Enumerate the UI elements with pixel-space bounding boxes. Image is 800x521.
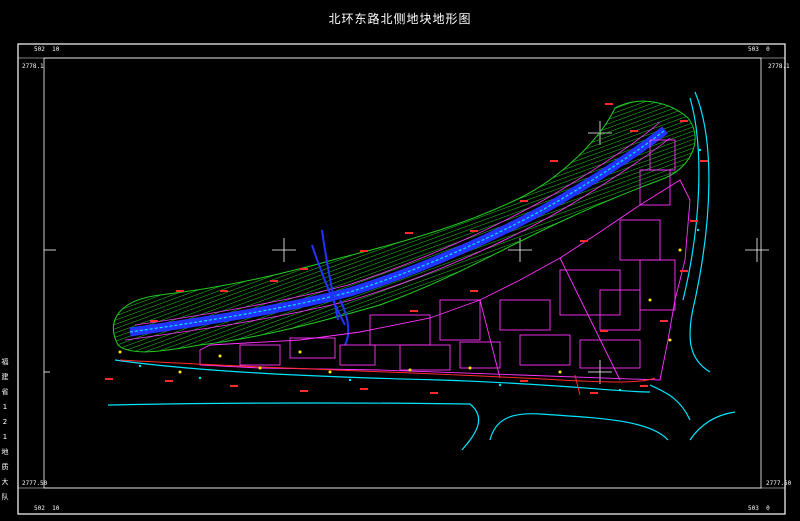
- topographic-map: [17, 43, 786, 515]
